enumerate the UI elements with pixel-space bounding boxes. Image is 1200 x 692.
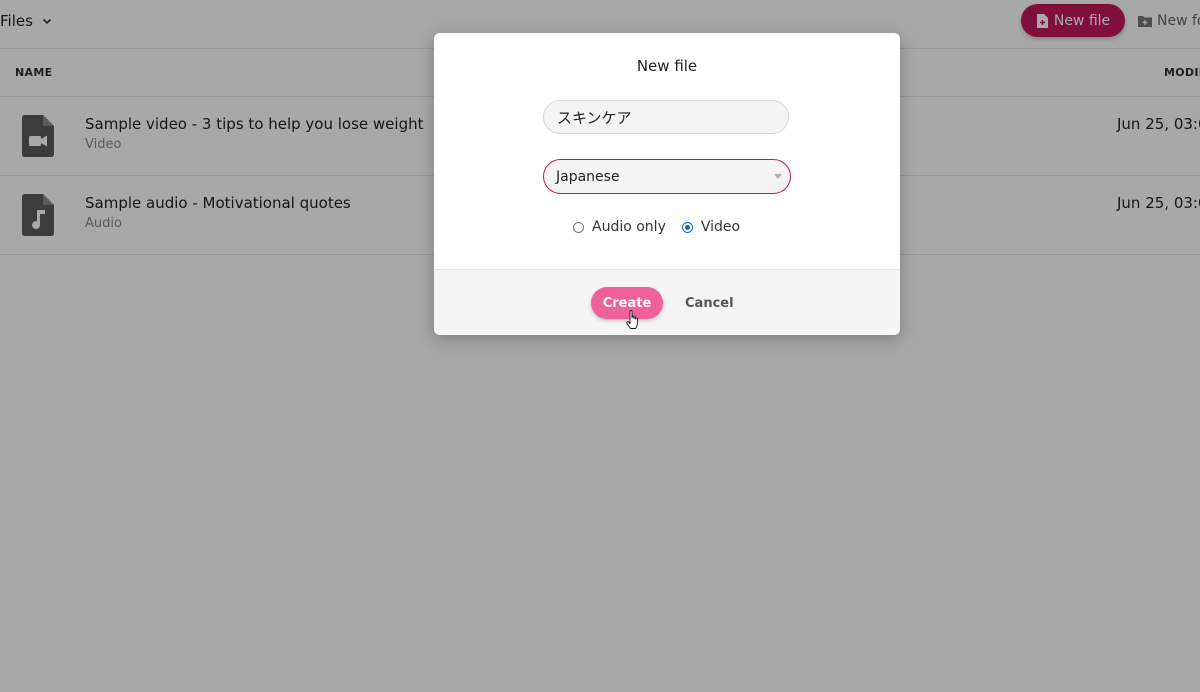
dropdown-caret-icon (774, 174, 782, 179)
language-select[interactable]: Japanese (543, 159, 791, 194)
file-name-input[interactable] (543, 100, 789, 134)
radio-button-checked[interactable] (681, 221, 693, 233)
radio-audio-only[interactable]: Audio only (573, 219, 666, 235)
dialog-footer: Create Cancel (434, 269, 900, 335)
hand-pointer-cursor-icon (626, 310, 638, 329)
new-file-dialog: New file Japanese Audio only Video Creat… (434, 33, 900, 335)
radio-label: Audio only (592, 219, 666, 235)
dialog-title: New file (636, 57, 698, 75)
app-page: Files New file New fo NAME MODIF (0, 0, 1200, 692)
radio-button-unchecked[interactable] (573, 221, 584, 233)
radio-video[interactable]: Video (681, 219, 741, 235)
radio-label: Video (700, 219, 741, 235)
media-type-radio-group: Audio only Video (573, 217, 756, 237)
language-selected-value: Japanese (556, 168, 620, 185)
cancel-button[interactable]: Cancel (685, 287, 734, 319)
